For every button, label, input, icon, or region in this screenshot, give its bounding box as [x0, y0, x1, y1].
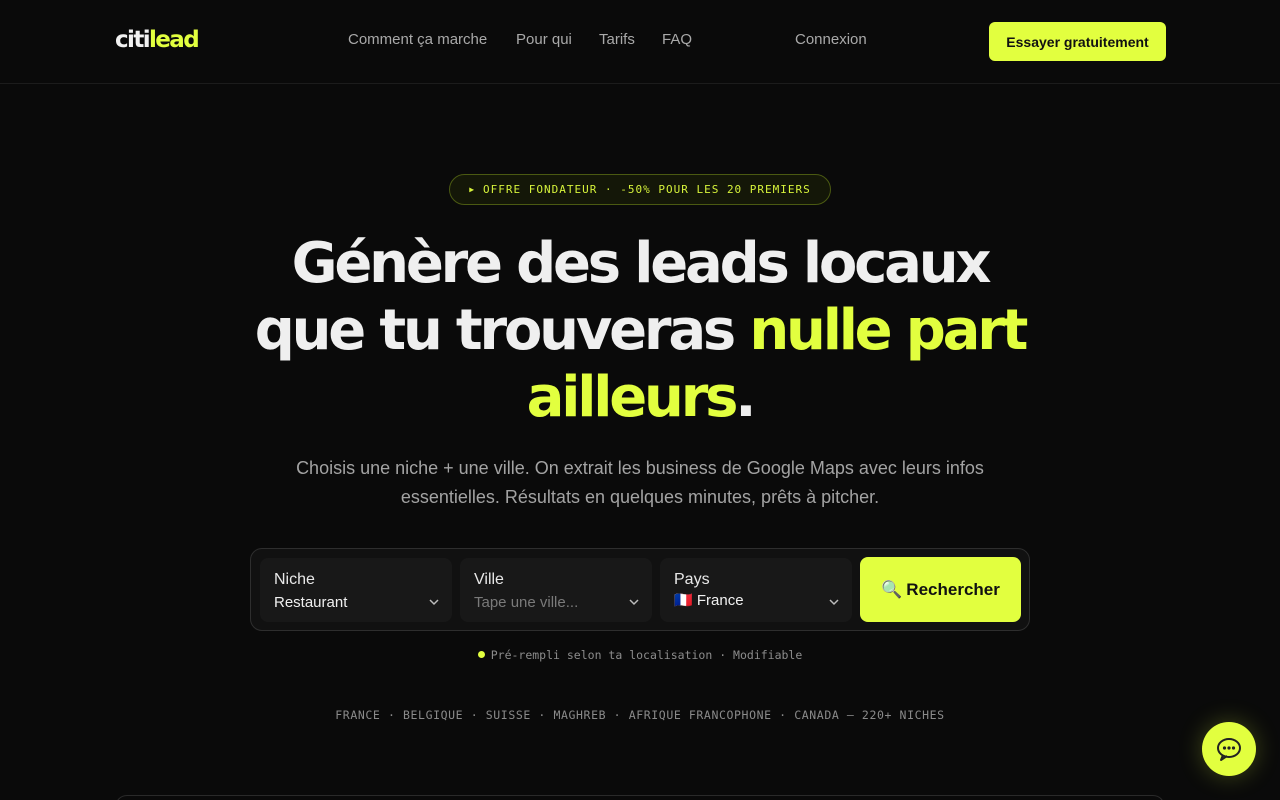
- nav-comment-ca-marche[interactable]: Comment ça marche: [348, 31, 487, 49]
- country-name: France: [696, 592, 744, 609]
- search-bar: Niche Restaurant Ville Tape une ville...…: [250, 548, 1030, 631]
- title-line-2-a: que tu trouveras: [254, 298, 750, 363]
- site-header: citilead Comment ça marche Pour qui Tari…: [0, 0, 1280, 84]
- title-highlight-1: nulle part: [749, 298, 1028, 363]
- city-label: Ville: [474, 571, 504, 588]
- france-flag-icon: 🇫🇷: [674, 592, 693, 609]
- country-label: Pays: [674, 571, 710, 588]
- chevron-down-icon: [629, 599, 639, 606]
- next-section-card: [115, 795, 1165, 800]
- login-link[interactable]: Connexion: [795, 31, 867, 49]
- nav-tarifs[interactable]: Tarifs: [599, 31, 635, 49]
- logo[interactable]: citilead: [115, 27, 200, 53]
- niche-label: Niche: [274, 571, 315, 588]
- chat-button[interactable]: [1202, 722, 1256, 776]
- regions-list: FRANCE · BELGIQUE · SUISSE · MAGHREB · A…: [335, 708, 945, 722]
- magnifier-icon: 🔍: [881, 579, 903, 599]
- title-line-1: Génère des leads locaux: [291, 231, 992, 296]
- city-input[interactable]: Ville Tape une ville...: [460, 558, 652, 622]
- hero-subtitle: Choisis une niche + une ville. On extrai…: [296, 458, 984, 507]
- country-value: 🇫🇷 France: [674, 591, 744, 609]
- nav-faq[interactable]: FAQ: [662, 31, 692, 49]
- try-free-button[interactable]: Essayer gratuitement: [989, 22, 1166, 61]
- country-select[interactable]: Pays 🇫🇷 France: [660, 558, 852, 622]
- chevron-down-icon: [829, 599, 839, 606]
- niche-select[interactable]: Niche Restaurant: [260, 558, 452, 622]
- location-note-text: Pré-rempli selon ta localisation · Modif…: [490, 648, 803, 662]
- chevron-down-icon: [429, 599, 439, 606]
- location-note: Pré-rempli selon ta localisation · Modif…: [0, 648, 1280, 662]
- play-arrow-icon: ▶: [469, 185, 476, 194]
- logo-text-part2: lead: [149, 27, 200, 53]
- city-placeholder: Tape une ville...: [474, 594, 579, 611]
- founder-offer-badge: ▶ OFFRE FONDATEUR · -50% POUR LES 20 PRE…: [449, 174, 831, 205]
- title-highlight-2: ailleurs: [526, 365, 739, 430]
- logo-text-part1: citi: [115, 27, 151, 53]
- hero-title: Génère des leads locaux que tu trouveras…: [240, 230, 1040, 431]
- search-button-label: Rechercher: [906, 579, 1000, 599]
- status-dot-icon: [477, 651, 485, 658]
- title-period: .: [735, 365, 756, 430]
- chat-bubble-icon: [1217, 738, 1241, 761]
- niche-value: Restaurant: [274, 594, 348, 611]
- badge-text: OFFRE FONDATEUR · -50% POUR LES 20 PREMI…: [483, 183, 811, 196]
- nav-pour-qui[interactable]: Pour qui: [516, 31, 572, 49]
- search-button[interactable]: 🔍 Rechercher: [860, 557, 1021, 622]
